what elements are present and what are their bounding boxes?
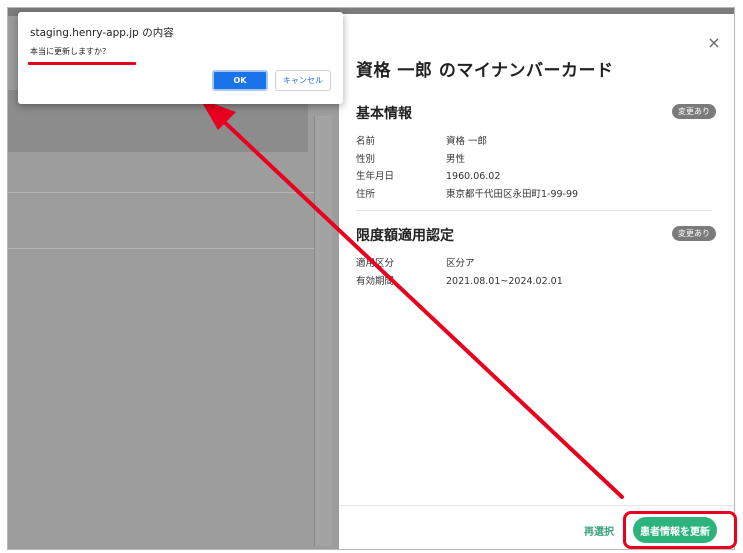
row-value: 資格 一郎 [446, 136, 488, 147]
ok-button[interactable]: OK [212, 70, 268, 91]
row-value: 1960.06.02 [446, 171, 501, 182]
row-label: 名前 [356, 136, 376, 147]
background-strip [314, 116, 332, 546]
background-divider [8, 192, 326, 193]
row-label: 性別 [356, 153, 376, 165]
cancel-button[interactable]: キャンセル [275, 70, 331, 91]
mynumber-card-panel: × 資格 一郎 のマイナンバーカード 基本情報 変更あり 名前 資格 一郎 性別… [339, 14, 734, 549]
changed-badge: 変更あり [672, 104, 716, 119]
background-divider [8, 248, 326, 249]
annotation-highlight-box [623, 511, 737, 549]
dialog-message: 本当に更新しますか？ [30, 47, 110, 56]
row-label: 適用区分 [356, 258, 395, 269]
dialog-title: staging.henry-app.jp の内容 [30, 27, 174, 39]
info-row-birthdate: 生年月日 1960.06.02 [356, 168, 716, 186]
panel-title: 資格 一郎 のマイナンバーカード [356, 61, 614, 81]
info-row-name: 名前 資格 一郎 [356, 133, 716, 151]
row-label: 生年月日 [356, 171, 395, 182]
row-value: 区分ア [446, 258, 475, 269]
row-value: 男性 [446, 153, 466, 165]
section-basic-info: 基本情報 変更あり 名前 資格 一郎 性別 男性 生年月日 1960.06.02… [356, 103, 716, 203]
row-value: 2021.08.01~2024.02.01 [446, 275, 563, 287]
row-label: 有効期間 [356, 275, 395, 287]
row-label: 住所 [356, 188, 376, 200]
close-icon[interactable]: × [705, 34, 723, 52]
reselect-link[interactable]: 再選択 [584, 523, 614, 538]
section-limit-certification: 限度額適用認定 変更あり 適用区分 区分ア 有効期間 2021.08.01~20… [356, 225, 716, 290]
section-title: 限度額適用認定 [356, 228, 454, 244]
annotation-underline [28, 62, 136, 65]
confirm-dialog: staging.henry-app.jp の内容 本当に更新しますか？ OK キ… [18, 12, 343, 104]
section-divider [356, 210, 712, 211]
info-row-category: 適用区分 区分ア [356, 255, 716, 273]
info-row-sex: 性別 男性 [356, 151, 716, 169]
section-title: 基本情報 [356, 106, 412, 122]
info-row-address: 住所 東京都千代田区永田町1-99-99 [356, 186, 716, 204]
info-row-validity: 有効期間 2021.08.01~2024.02.01 [356, 273, 716, 291]
footer-divider [339, 505, 734, 506]
changed-badge: 変更あり [672, 226, 716, 241]
row-value: 東京都千代田区永田町1-99-99 [446, 188, 579, 200]
